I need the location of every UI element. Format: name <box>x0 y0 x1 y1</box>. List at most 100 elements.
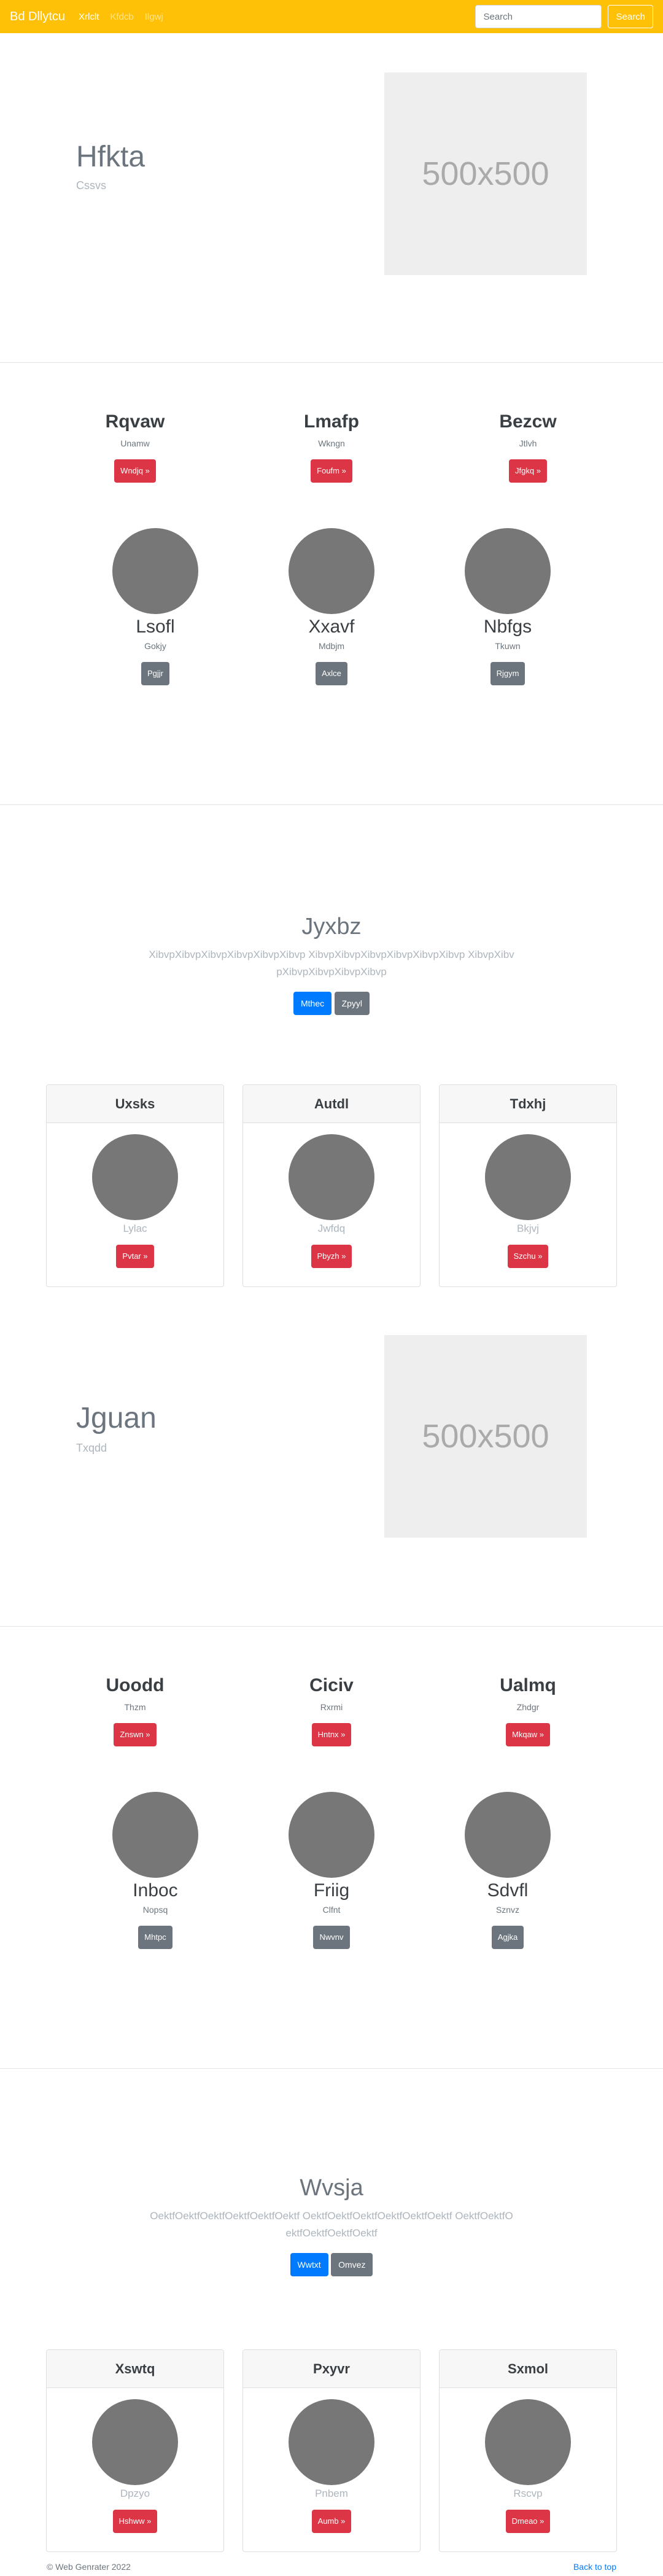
profile-role: Mdbjm <box>318 641 344 651</box>
hero-title: Jguan <box>76 1402 157 1434</box>
search-input[interactable] <box>475 5 602 28</box>
card: Xswtq Dpzyo Hshww » <box>46 2349 224 2552</box>
profile-column: Xxavf Mdbjm Axlce <box>270 528 393 685</box>
image-size-label: 500x500 <box>422 1418 549 1455</box>
profile-button[interactable]: Agjka <box>491 1926 524 1949</box>
card-label: Dpzyo <box>120 2488 150 2499</box>
feature-title: Bezcw <box>499 411 557 432</box>
card-header: Xswtq <box>47 2350 223 2388</box>
card-button[interactable]: Szchu » <box>507 1245 549 1268</box>
profile-column: Friig Clfnt Nwvnv <box>270 1792 393 1949</box>
hero-image-placeholder: 500x500 <box>384 1335 587 1538</box>
profile-column: Sdvfl Sznvz Agjka <box>446 1792 569 1949</box>
card-button[interactable]: Pvtar » <box>116 1245 154 1268</box>
search-button[interactable]: Search <box>608 5 653 28</box>
back-to-top-link[interactable]: Back to top <box>573 2562 616 2572</box>
card-header: Sxmol <box>440 2350 616 2388</box>
feature-subtitle: Zhdgr <box>516 1702 540 1712</box>
feature-subtitle: Thzm <box>124 1702 146 1712</box>
profile-role: Gokjy <box>144 641 166 651</box>
profile-button[interactable]: Rjgym <box>490 662 525 685</box>
feature-column: Uoodd Thzm Znswn » <box>61 1675 209 1746</box>
feature-button[interactable]: Mkqaw » <box>505 1723 551 1746</box>
feature-button[interactable]: Foufm » <box>311 459 352 483</box>
avatar <box>485 1134 571 1220</box>
jumbotron: Jyxbz XibvpXibvpXibvpXibvpXibvpXibvp Xib… <box>0 914 663 1015</box>
feature-button[interactable]: Jfgkq » <box>509 459 547 483</box>
card: Uxsks Lylac Pvtar » <box>46 1084 224 1287</box>
feature-button[interactable]: Wndjq » <box>114 459 156 483</box>
avatar <box>289 528 374 614</box>
feature-button[interactable]: Hntnx » <box>311 1723 352 1746</box>
footer-copyright: © Web Genrater 2022 <box>47 2562 131 2572</box>
primary-button[interactable]: Mthec <box>293 992 332 1015</box>
card-button[interactable]: Dmeao » <box>505 2510 551 2533</box>
feature-subtitle: Unamw <box>120 438 150 448</box>
profile-name: Lsofl <box>136 617 175 637</box>
avatar <box>112 1792 198 1878</box>
card-label: Jwfdq <box>317 1223 346 1234</box>
secondary-button[interactable]: Zpyyl <box>334 992 370 1015</box>
feature-subtitle: Jtlvh <box>519 438 537 448</box>
hero-title: Hfkta <box>76 141 145 173</box>
profile-column: Lsofl Gokjy Pgjjr <box>94 528 217 685</box>
profile-button[interactable]: Nwvnv <box>313 1926 350 1949</box>
hero-image-placeholder: 500x500 <box>384 72 587 275</box>
card-header: Uxsks <box>47 1085 223 1123</box>
avatar <box>112 528 198 614</box>
jumbotron-title: Jyxbz <box>301 914 362 940</box>
profile-name: Friig <box>313 1880 350 1901</box>
section-divider <box>0 2068 663 2069</box>
card-header: Pxyvr <box>243 2350 420 2388</box>
feature-title: Ciciv <box>309 1675 354 1695</box>
avatar <box>465 1792 551 1878</box>
jumbotron-title: Wvsja <box>300 2175 363 2201</box>
card-header: Tdxhj <box>440 1085 616 1123</box>
feature-title: Uoodd <box>106 1675 165 1695</box>
profile-role: Sznvz <box>495 1905 520 1915</box>
card-label: Rscvp <box>513 2488 543 2499</box>
feature-column: Ualmq Zhdgr Mkqaw » <box>454 1675 602 1746</box>
profile-role: Nopsq <box>142 1905 168 1915</box>
card-button[interactable]: Aumb » <box>311 2510 352 2533</box>
secondary-button[interactable]: Omvez <box>331 2253 373 2276</box>
feature-subtitle: Rxrmi <box>320 1702 343 1712</box>
feature-title: Ualmq <box>500 1675 556 1695</box>
jumbotron-text: XibvpXibvpXibvpXibvpXibvpXibvp XibvpXibv… <box>149 949 514 978</box>
section-divider <box>0 362 663 363</box>
card-header: Autdl <box>243 1085 420 1123</box>
feature-title: Rqvaw <box>105 411 165 432</box>
card-button[interactable]: Pbyzh » <box>311 1245 352 1268</box>
feature-column: Rqvaw Unamw Wndjq » <box>61 411 209 483</box>
avatar <box>289 1792 374 1878</box>
profile-role: Clfnt <box>322 1905 341 1915</box>
feature-subtitle: Wkngn <box>318 438 345 448</box>
navbar: Bd Dllytcu Xrlclt Kfdcb Ilgwj Search <box>0 0 663 33</box>
feature-column: Lmafp Wkngn Foufm » <box>258 411 405 483</box>
profile-name: Inboc <box>133 1880 178 1901</box>
profile-button[interactable]: Mhtpc <box>138 1926 173 1949</box>
avatar <box>485 2399 571 2485</box>
profile-name: Sdvfl <box>487 1880 529 1901</box>
feature-button[interactable]: Znswn » <box>114 1723 157 1746</box>
card-button[interactable]: Hshww » <box>112 2510 158 2533</box>
avatar <box>289 1134 374 1220</box>
profile-role: Tkuwn <box>495 641 521 651</box>
image-size-label: 500x500 <box>422 155 549 192</box>
primary-button[interactable]: Wwtxt <box>290 2253 328 2276</box>
nav-link-1[interactable]: Xrlclt <box>79 12 99 22</box>
navbar-brand[interactable]: Bd Dllytcu <box>10 10 65 24</box>
avatar <box>289 2399 374 2485</box>
nav-link-2[interactable]: Kfdcb <box>110 12 133 22</box>
feature-column: Ciciv Rxrmi Hntnx » <box>258 1675 405 1746</box>
card: Sxmol Rscvp Dmeao » <box>439 2349 617 2552</box>
jumbotron-text: OektfOektfOektfOektfOektfOektf OektfOekt… <box>150 2210 513 2239</box>
avatar <box>92 2399 178 2485</box>
profile-button[interactable]: Axlce <box>316 662 347 685</box>
profile-button[interactable]: Pgjjr <box>141 662 169 685</box>
section-divider <box>0 1626 663 1627</box>
profile-name: Nbfgs <box>483 617 532 637</box>
feature-column: Bezcw Jtlvh Jfgkq » <box>454 411 602 483</box>
card-label: Bkjvj <box>517 1223 539 1234</box>
nav-link-3[interactable]: Ilgwj <box>145 12 163 22</box>
